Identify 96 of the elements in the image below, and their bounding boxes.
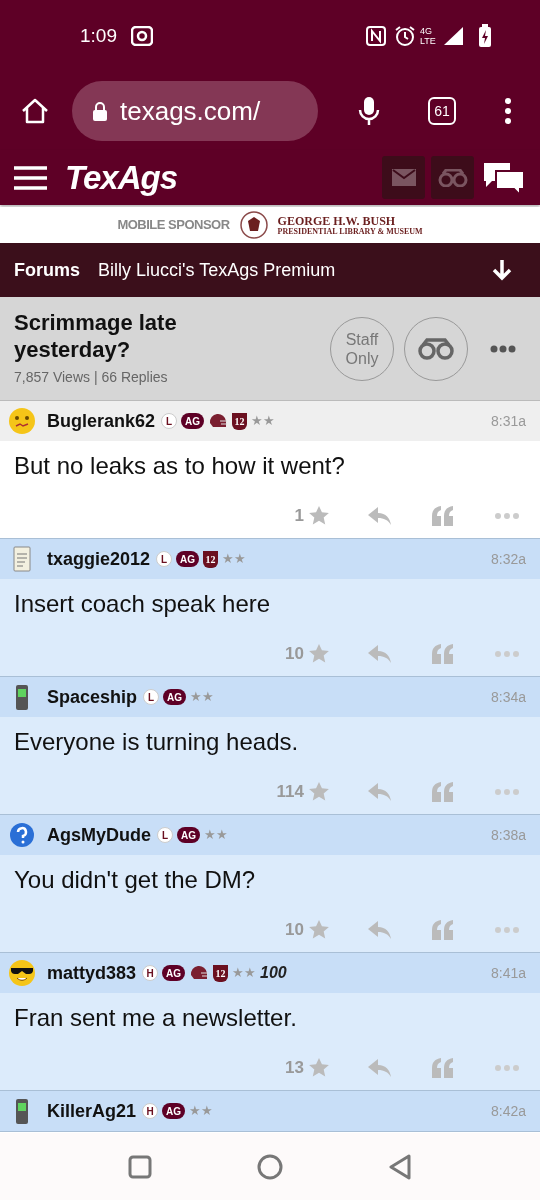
member-badge: H <box>142 1103 159 1119</box>
quote-icon[interactable] <box>432 919 454 940</box>
post-body: Everyone is turning heads. <box>13 727 300 757</box>
post-time: 8:34a <box>490 687 526 707</box>
post-time: 8:38a <box>490 825 526 845</box>
ag-badge: AG <box>181 413 205 429</box>
rank-stars: ★★ <box>251 412 276 431</box>
signal-icon <box>442 26 464 46</box>
back-icon[interactable] <box>388 1153 412 1180</box>
site-logo[interactable]: TexAgs <box>65 152 177 203</box>
ag-badge: AG <box>162 1103 186 1119</box>
address-bar[interactable]: texags.com/ <box>72 81 318 141</box>
reply-icon[interactable] <box>368 506 392 525</box>
ag-badge: AG <box>177 827 200 843</box>
ag-badge: AG <box>176 551 200 567</box>
username[interactable]: Spaceship <box>47 683 138 711</box>
rank-stars: ★★ <box>232 964 257 983</box>
sponsor-label: MOBILE SPONSOR <box>117 216 230 235</box>
ag-badge: AG <box>162 965 186 981</box>
post-body: But no leaks as to how it went? <box>13 451 346 481</box>
star-count: 13 <box>285 1056 304 1079</box>
member-badge: L <box>156 551 173 567</box>
watch-button[interactable] <box>431 156 474 199</box>
avatar-icon <box>8 959 36 987</box>
star-count: 10 <box>285 918 304 941</box>
seal-icon <box>239 211 268 239</box>
ag-badge: AG <box>163 689 187 705</box>
envelope-icon <box>391 169 416 186</box>
binoculars-icon <box>418 337 454 360</box>
post-body: Fran sent me a newsletter. <box>13 1003 298 1033</box>
avatar-icon <box>8 821 36 849</box>
network-type: 4G LTE <box>420 26 437 46</box>
username[interactable]: txaggie2012 <box>47 545 151 573</box>
member-badge: H <box>142 965 159 981</box>
quote-icon[interactable] <box>432 781 454 802</box>
messages-button[interactable] <box>382 156 425 199</box>
post-time: 8:32a <box>490 549 526 569</box>
quote-icon[interactable] <box>432 1057 454 1078</box>
member-badge: L <box>161 413 178 429</box>
star-count: 114 <box>276 780 304 803</box>
reply-icon[interactable] <box>368 644 392 663</box>
shield-badge: 12 <box>213 964 229 982</box>
username[interactable]: AgsMyDude <box>47 821 151 849</box>
star-icon[interactable] <box>308 780 330 803</box>
thread-title: Scrimmage late yesterday? <box>14 309 178 363</box>
more-icon[interactable] <box>504 97 512 125</box>
post-body: Insert coach speak here <box>13 589 272 619</box>
lock-icon <box>92 101 108 121</box>
alarm-icon <box>394 25 416 47</box>
post-time: 8:42a <box>490 1101 526 1121</box>
rank-stars: ★★ <box>189 1102 214 1121</box>
star-icon[interactable] <box>308 642 330 665</box>
avatar-icon <box>8 407 36 435</box>
recents-icon[interactable] <box>128 1154 152 1179</box>
username[interactable]: mattyd383 <box>47 959 137 987</box>
star-icon[interactable] <box>308 504 330 527</box>
quote-icon[interactable] <box>432 505 454 526</box>
username[interactable]: Buglerank62 <box>47 407 156 435</box>
reply-icon[interactable] <box>368 782 392 801</box>
username[interactable]: KillerAg21 <box>47 1097 137 1125</box>
rank-stars: ★★ <box>204 826 228 845</box>
rank-stars: ★★ <box>190 688 215 707</box>
down-arrow-icon[interactable] <box>492 259 512 281</box>
reply-icon[interactable] <box>368 1058 392 1077</box>
member-badge: L <box>143 689 160 705</box>
sponsor-subtitle: PRESIDENTIAL LIBRARY & MUSEUM <box>277 227 423 236</box>
reply-icon[interactable] <box>368 920 392 939</box>
star-count: 10 <box>285 642 304 665</box>
sponsor-name[interactable]: GEORGE H.W. BUSH <box>277 214 423 227</box>
member-badge: L <box>157 827 173 843</box>
home-icon[interactable] <box>20 96 50 126</box>
quote-icon[interactable] <box>432 643 454 664</box>
star-icon[interactable] <box>308 918 330 941</box>
shield-badge: 12 <box>203 550 219 568</box>
microphone-icon[interactable] <box>358 96 380 126</box>
forums-link[interactable]: Forums <box>14 256 80 284</box>
helmet-icon <box>189 965 210 981</box>
thread-stats: 7,857 Views | 66 Replies <box>14 368 169 387</box>
tab-count-button[interactable]: 61 <box>428 97 456 125</box>
shield-badge: 12 <box>232 412 248 430</box>
battery-charging-icon <box>478 24 492 48</box>
helmet-icon <box>208 413 229 429</box>
star-count: 1 <box>294 504 304 527</box>
rank-stars: ★★ <box>222 550 247 569</box>
star-icon[interactable] <box>308 1056 330 1079</box>
post-time: 8:31a <box>490 411 526 431</box>
screen-record-icon <box>131 26 153 46</box>
binoculars-icon <box>437 168 468 187</box>
status-time: 1:09 <box>80 23 117 48</box>
chat-bubbles-icon[interactable] <box>482 160 526 195</box>
post-time: 8:41a <box>490 963 526 983</box>
menu-icon[interactable] <box>14 165 47 190</box>
nfc-icon <box>366 26 386 46</box>
post-body: You didn't get the DM? <box>13 865 257 895</box>
post-count-label: 100 <box>260 963 287 983</box>
forum-name[interactable]: Billy Liucci's TexAgs Premium <box>98 256 336 284</box>
